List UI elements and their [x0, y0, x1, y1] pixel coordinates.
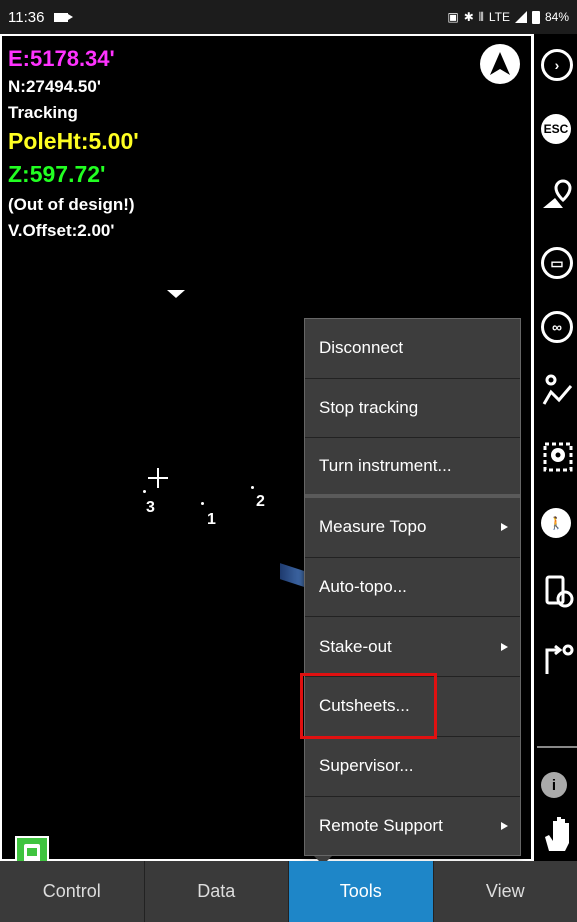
esc-icon: ESC [541, 114, 571, 144]
zoom-infinity-button[interactable]: ∞ [537, 300, 577, 354]
next-icon: › [541, 49, 573, 81]
menu-item-label: Stake-out [319, 636, 392, 656]
hand-pan-icon [545, 817, 569, 851]
info-button[interactable]: i [537, 758, 577, 812]
menu-item-stop-tracking[interactable]: Stop tracking [305, 379, 520, 439]
polyline-button[interactable] [537, 364, 577, 418]
status-time: 11:36 [8, 8, 45, 26]
menu-item-stake-out[interactable]: Stake-out [305, 617, 520, 678]
menu-item-label: Measure Topo [319, 517, 427, 537]
menu-item-label: Stop tracking [319, 398, 419, 418]
point-icon [543, 442, 573, 472]
position-readout: E:5178.34' N:27494.50' Tracking PoleHt:5… [8, 46, 139, 240]
point-label-2: 2 [256, 493, 265, 510]
zoom-extents-icon: ▭ [541, 247, 573, 279]
cast-icon: ▣ [447, 10, 459, 24]
info-icon: i [541, 772, 567, 798]
esc-button[interactable]: ESC [537, 102, 577, 156]
battery-icon [531, 10, 540, 24]
map-pin-button[interactable] [537, 168, 577, 222]
tab-tools[interactable]: Tools [289, 861, 434, 922]
zoom-infinity-icon: ∞ [541, 311, 573, 343]
status-bar: 11:36 ▣ ✱ ⫴ LTE 84% [0, 0, 577, 34]
network-type: LTE [488, 10, 510, 24]
walk-button[interactable]: 🚶 [537, 496, 577, 550]
tab-view[interactable]: View [434, 861, 577, 922]
route-icon [545, 644, 574, 674]
point-marker-2[interactable] [251, 486, 254, 489]
signal-icon [514, 11, 527, 23]
submenu-arrow-icon [501, 642, 508, 651]
menu-item-auto-topo[interactable]: Auto-topo... [305, 558, 520, 618]
right-toolbar: › ESC ▭ ∞ 🚶 i [537, 34, 577, 861]
menu-item-remote-support[interactable]: Remote Support [305, 797, 520, 857]
map-pin-icon [543, 179, 572, 208]
tools-menu: Disconnect Stop tracking Turn instrument… [304, 318, 521, 856]
menu-item-measure-topo[interactable]: Measure Topo [305, 498, 520, 558]
tab-data[interactable]: Data [145, 861, 289, 922]
mode-readout: Tracking [8, 103, 78, 122]
vertical-offset-readout: V.Offset:2.00' [8, 221, 115, 240]
menu-item-label: Disconnect [319, 338, 404, 358]
tab-control[interactable]: Control [0, 861, 145, 922]
next-button[interactable]: › [537, 38, 577, 92]
easting-readout: E:5178.34' [8, 46, 115, 71]
menu-item-supervisor[interactable]: Supervisor... [305, 737, 520, 797]
battery-level: 84% [544, 10, 569, 24]
design-status-readout: (Out of design!) [8, 195, 135, 214]
instrument-settings-button[interactable] [537, 564, 577, 618]
compass-north-icon[interactable] [480, 44, 520, 84]
route-button[interactable] [537, 632, 577, 686]
point-button[interactable] [537, 430, 577, 484]
zoom-extents-button[interactable]: ▭ [537, 236, 577, 290]
point-marker-3[interactable] [143, 490, 146, 493]
expand-readout-caret-icon[interactable] [167, 290, 185, 298]
polyline-icon [542, 374, 573, 405]
point-marker-1[interactable] [201, 502, 204, 505]
pole-height-readout: PoleHt:5.00' [8, 128, 139, 154]
toolbar-divider [537, 746, 577, 748]
current-position-crosshair-icon [148, 468, 168, 488]
submenu-arrow-icon [501, 523, 508, 532]
menu-item-label: Remote Support [319, 816, 443, 836]
menu-item-label: Auto-topo... [319, 577, 407, 597]
menu-item-turn-instrument[interactable]: Turn instrument... [305, 438, 520, 499]
elevation-readout: Z:597.72' [8, 161, 106, 187]
walk-icon: 🚶 [541, 508, 571, 538]
screen-record-icon [54, 12, 74, 22]
vibrate-icon: ⫴ [478, 9, 484, 24]
submenu-arrow-icon [501, 822, 508, 831]
menu-item-label: Supervisor... [319, 756, 414, 776]
bottom-tab-bar: Control Data Tools View [0, 861, 577, 922]
hand-pan-button[interactable] [537, 806, 577, 860]
menu-item-label: Turn instrument... [319, 456, 452, 476]
bluetooth-icon: ✱ [463, 10, 474, 24]
menu-item-disconnect[interactable]: Disconnect [305, 319, 520, 379]
point-label-3: 3 [146, 499, 155, 516]
instrument-settings-icon [545, 575, 574, 608]
northing-readout: N:27494.50' [8, 77, 101, 96]
point-label-1: 1 [207, 511, 216, 528]
highlight-box [300, 673, 437, 739]
